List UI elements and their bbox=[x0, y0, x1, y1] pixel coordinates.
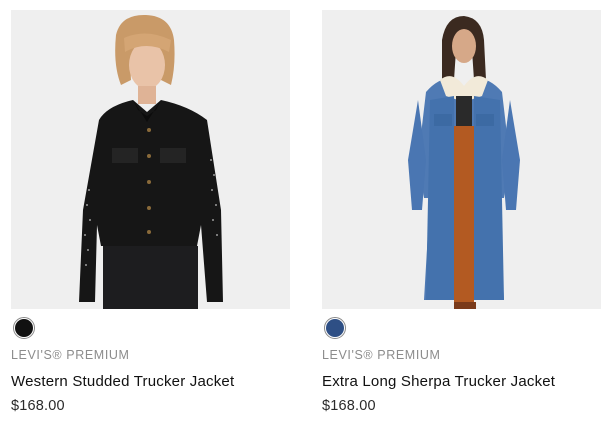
product-image[interactable] bbox=[322, 10, 601, 309]
product-card[interactable]: LEVI'S® PREMIUM Extra Long Sherpa Trucke… bbox=[322, 10, 601, 415]
color-swatches bbox=[11, 315, 290, 341]
product-brand: LEVI'S® PREMIUM bbox=[11, 348, 130, 362]
swatch-color-dot bbox=[326, 319, 344, 337]
product-price: $168.00 bbox=[11, 398, 65, 414]
product-name-link[interactable]: Extra Long Sherpa Trucker Jacket bbox=[322, 372, 601, 391]
black-studded-jacket-photo-icon bbox=[11, 10, 290, 309]
swatch-color-dot bbox=[15, 319, 33, 337]
product-brand: LEVI'S® PREMIUM bbox=[322, 348, 441, 362]
product-image[interactable] bbox=[11, 10, 290, 309]
color-swatch[interactable] bbox=[13, 317, 35, 339]
product-price: $168.00 bbox=[322, 398, 376, 414]
color-swatch[interactable] bbox=[324, 317, 346, 339]
product-card[interactable]: LEVI'S® PREMIUM Western Studded Trucker … bbox=[11, 10, 290, 415]
product-name-link[interactable]: Western Studded Trucker Jacket bbox=[11, 372, 290, 391]
long-denim-sherpa-jacket-photo-icon bbox=[322, 10, 601, 309]
color-swatches bbox=[322, 315, 601, 341]
